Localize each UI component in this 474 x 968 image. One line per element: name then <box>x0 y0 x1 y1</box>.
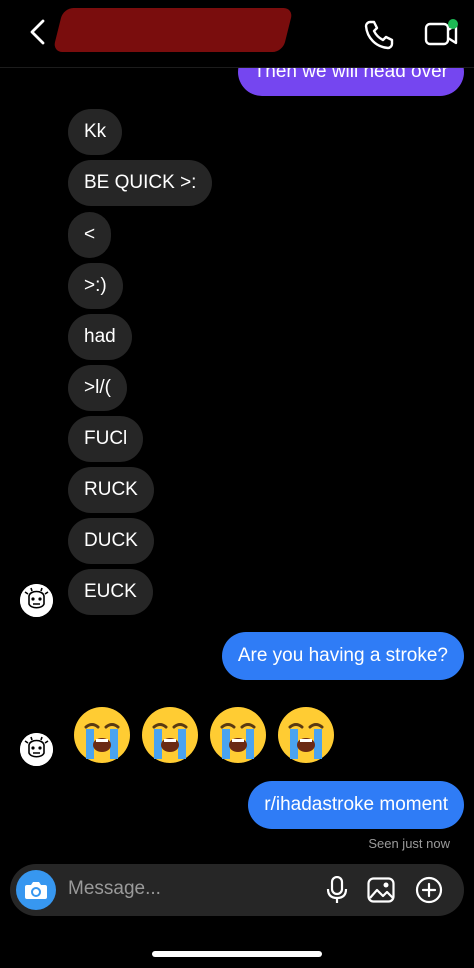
incoming-message[interactable]: DUCK <box>68 518 154 564</box>
outgoing-message[interactable]: r/ihadastroke moment <box>248 781 464 829</box>
seen-status: Seen just now <box>368 836 450 851</box>
incoming-message[interactable]: EUCK <box>68 569 153 615</box>
phone-call-icon[interactable] <box>362 18 396 52</box>
loudly-crying-face-icon <box>142 707 198 763</box>
incoming-message[interactable]: FUCl <box>68 416 144 462</box>
camera-button[interactable] <box>16 870 56 910</box>
message-input[interactable]: Message... <box>68 878 161 900</box>
incoming-message[interactable]: had <box>68 314 132 360</box>
chat-header: Active now <box>0 0 474 68</box>
redacted-name-scribble <box>52 8 294 52</box>
back-arrow-icon[interactable] <box>26 18 50 46</box>
message-composer: Message... <box>10 864 464 916</box>
loudly-crying-face-icon <box>278 707 334 763</box>
emoji-message[interactable]: 😭😭😭😭 <box>70 703 340 767</box>
cartoon-face-icon <box>20 584 53 617</box>
outgoing-message[interactable]: Are you having a stroke? <box>221 632 464 680</box>
video-call-icon[interactable] <box>424 18 460 50</box>
microphone-icon[interactable] <box>326 876 348 904</box>
add-circle-icon[interactable] <box>415 876 443 904</box>
camera-icon <box>25 882 47 899</box>
incoming-message[interactable]: Kk <box>68 109 123 155</box>
incoming-message[interactable]: < <box>68 212 112 258</box>
cartoon-face-icon <box>20 733 53 766</box>
sender-avatar[interactable] <box>20 733 53 766</box>
loudly-crying-face-icon <box>210 707 266 763</box>
emoji-text: 😭😭😭😭 <box>70 703 75 704</box>
gallery-icon[interactable] <box>367 877 395 903</box>
incoming-message[interactable]: >:) <box>68 263 123 309</box>
incoming-message[interactable]: >l/( <box>68 365 127 411</box>
loudly-crying-face-icon <box>74 707 130 763</box>
incoming-message[interactable]: BE QUICK >: <box>68 160 213 206</box>
incoming-message[interactable]: RUCK <box>68 467 154 513</box>
sender-avatar[interactable] <box>20 584 53 617</box>
home-indicator[interactable] <box>152 951 322 957</box>
